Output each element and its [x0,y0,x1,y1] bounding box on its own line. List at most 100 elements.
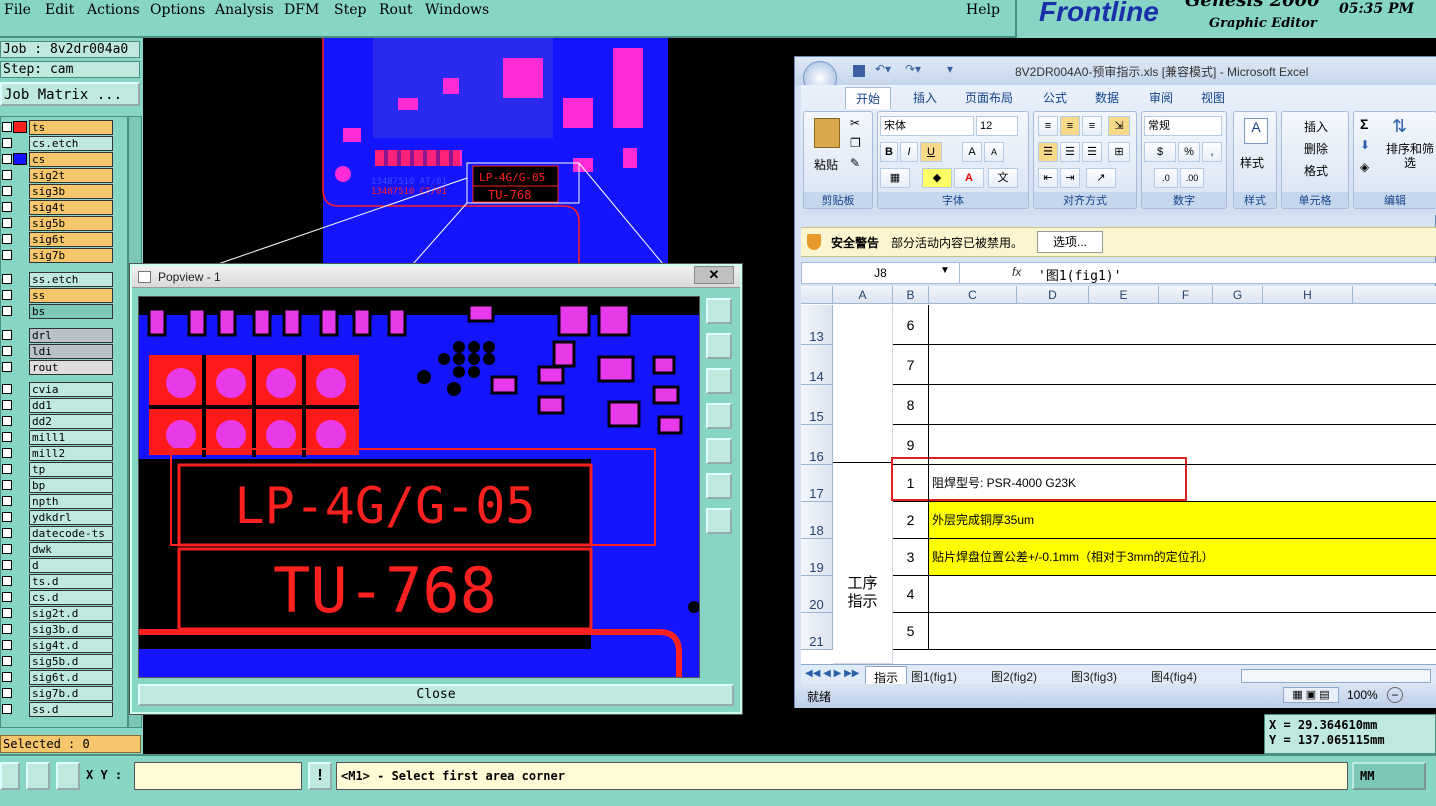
layer-row[interactable]: cs.etch [1,135,129,151]
table-cell-content[interactable] [929,425,1436,465]
table-cell-index[interactable]: 9 [893,425,929,465]
layer-checkbox[interactable] [2,416,12,426]
zoom-home-icon[interactable] [706,298,732,324]
layer-checkbox[interactable] [2,250,12,260]
tab-data[interactable]: 数据 [1095,89,1119,106]
layer-checkbox[interactable] [2,512,12,522]
table-cell-index[interactable]: 4 [893,576,929,613]
layer-row[interactable]: sig6t.d [1,669,129,685]
layer-row[interactable]: dwk [1,541,129,557]
options-button[interactable]: 选项... [1037,231,1103,253]
column-header[interactable]: B [893,286,929,304]
save-icon[interactable] [853,65,865,77]
row-header[interactable]: 19 [801,539,833,576]
autosum-icon[interactable]: Σ [1360,116,1368,132]
layer-name[interactable]: cs [29,152,113,167]
layer-name[interactable]: datecode-ts [29,526,113,541]
layer-name[interactable]: dwk [29,542,113,557]
layer-row[interactable]: ts [1,119,129,135]
layer-checkbox[interactable] [2,704,12,714]
clear-icon[interactable]: ◈ [1360,160,1369,174]
layer-row[interactable]: datecode-ts [1,525,129,541]
column-header[interactable]: C [929,286,1017,304]
table-cell-content[interactable]: 外层完成铜厚35um [929,502,1436,539]
tab-home[interactable]: 开始 [845,87,892,109]
sheet-tab[interactable]: 图2(fig2) [991,668,1037,685]
table-cell-content[interactable]: 阻焊型号: PSR-4000 G23K [929,465,1436,502]
layer-name[interactable]: ss [29,288,113,303]
layer-row[interactable]: sig4t [1,199,129,215]
currency-icon[interactable]: $ [1144,142,1176,162]
layer-checkbox[interactable] [2,672,12,682]
layer-checkbox[interactable] [2,480,12,490]
popview-close-button[interactable]: Close [138,684,734,706]
formula-input[interactable]: '图1(fig1)' [1038,265,1121,284]
layer-checkbox[interactable] [2,624,12,634]
layer-name[interactable]: sig7b [29,248,113,263]
layer-row[interactable]: ss.d [1,701,129,717]
layer-checkbox[interactable] [2,170,12,180]
layer-name[interactable]: sig3b [29,184,113,199]
layer-name[interactable]: mill2 [29,446,113,461]
menu-file[interactable]: File [4,2,31,18]
layer-row[interactable]: d [1,557,129,573]
layer-checkbox[interactable] [2,306,12,316]
layer-checkbox[interactable] [2,656,12,666]
menu-rout[interactable]: Rout [379,2,413,18]
horizontal-scrollbar[interactable] [1241,669,1431,683]
layer-name[interactable]: d [29,558,113,573]
layer-name[interactable]: ts.d [29,574,113,589]
increase-decimal-icon[interactable]: .0 [1154,168,1178,188]
paste-button[interactable]: 粘贴 [814,156,838,173]
menu-edit[interactable]: Edit [45,2,74,18]
table-cell-content[interactable] [929,613,1436,650]
layer-checkbox[interactable] [2,560,12,570]
layer-name[interactable]: sig2t.d [29,606,113,621]
layer-name[interactable]: dd1 [29,398,113,413]
layer-checkbox[interactable] [2,346,12,356]
table-cell-index[interactable]: 1 [893,465,929,502]
zoom-out-icon[interactable]: − [1387,687,1403,703]
styles-icon[interactable]: A [1244,118,1268,144]
format-painter-icon[interactable]: ✎ [850,156,860,170]
pan-left-icon[interactable] [706,403,732,429]
name-box-dropdown-icon[interactable]: ▼ [940,265,950,276]
layer-row[interactable]: cs [1,151,129,167]
column-header[interactable]: D [1017,286,1089,304]
menu-actions[interactable]: Actions [87,2,140,18]
popview-titlebar[interactable]: Popview - 1 ✕ [132,266,740,288]
layer-name[interactable]: sig6t.d [29,670,113,685]
layer-row[interactable]: tp [1,461,129,477]
layer-row[interactable]: ss.etch [1,271,129,287]
table-cell-content[interactable] [929,345,1436,385]
layer-name[interactable]: sig3b.d [29,622,113,637]
layer-row[interactable]: cs.d [1,589,129,605]
merged-cell-a13[interactable] [833,305,893,463]
table-cell-index[interactable]: 5 [893,613,929,650]
layer-row[interactable]: mill1 [1,429,129,445]
font-name-select[interactable]: 宋体 [880,116,974,136]
copy-icon[interactable]: ❐ [850,136,861,150]
layer-row[interactable]: sig2t [1,167,129,183]
layer-checkbox[interactable] [2,384,12,394]
layer-name[interactable]: bs [29,304,113,319]
font-size-select[interactable]: 12 [976,116,1018,136]
layer-checkbox[interactable] [2,448,12,458]
align-left-icon[interactable]: ☰ [1038,142,1058,162]
row-header[interactable]: 21 [801,613,833,650]
sheet-tab[interactable]: 图4(fig4) [1151,668,1197,685]
column-header[interactable]: A [833,286,893,304]
layer-checkbox[interactable] [2,496,12,506]
layer-name[interactable]: ts [29,120,113,135]
layer-row[interactable]: mill2 [1,445,129,461]
menu-help[interactable]: Help [966,2,1000,18]
layer-name[interactable]: drl [29,328,113,343]
xy-input[interactable] [134,762,302,790]
table-cell-index[interactable]: 6 [893,305,929,345]
align-right-icon[interactable]: ☰ [1082,142,1102,162]
layer-name[interactable]: sig4t [29,200,113,215]
layer-checkbox[interactable] [2,290,12,300]
number-format-select[interactable]: 常规 [1144,116,1222,136]
layer-row[interactable]: bs [1,303,129,319]
table-cell-index[interactable]: 2 [893,502,929,539]
